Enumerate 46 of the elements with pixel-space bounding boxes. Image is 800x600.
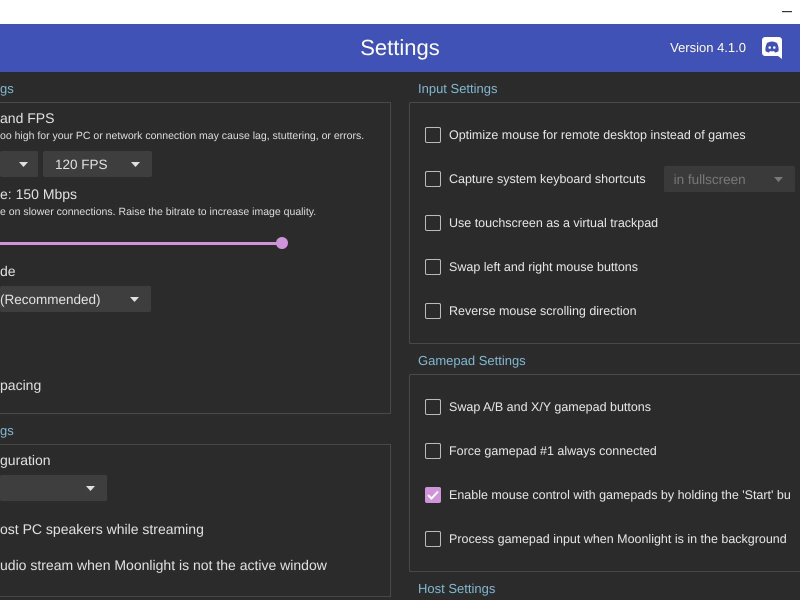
checkbox-label[interactable]: Reverse mouse scrolling direction bbox=[449, 304, 637, 318]
checkbox[interactable] bbox=[425, 487, 441, 503]
checkbox[interactable] bbox=[425, 171, 441, 187]
checkbox[interactable] bbox=[425, 399, 441, 415]
chat-logo-icon[interactable] bbox=[762, 37, 782, 59]
checkbox[interactable] bbox=[425, 303, 441, 319]
setting-label: and FPS bbox=[0, 109, 54, 127]
window-title: Settings bbox=[360, 35, 440, 61]
caret-icon bbox=[130, 296, 139, 302]
checkbox-label[interactable]: udio stream when Moonlight is not the active window bbox=[0, 557, 327, 573]
caret-icon bbox=[774, 176, 783, 182]
dropdown[interactable]: 120 FPS bbox=[43, 151, 152, 177]
checkbox[interactable] bbox=[425, 443, 441, 459]
minimize-icon[interactable] bbox=[782, 11, 792, 13]
checkbox-label[interactable]: Optimize mouse for remote desktop instead of games bbox=[449, 128, 746, 142]
checkbox-label[interactable]: Capture system keyboard shortcuts bbox=[449, 172, 646, 186]
slider-track[interactable] bbox=[0, 237, 288, 249]
section-title: Host Settings bbox=[418, 581, 496, 597]
section-title: gs bbox=[0, 423, 14, 439]
setting-label: de bbox=[0, 262, 16, 280]
checkbox[interactable] bbox=[425, 531, 441, 547]
checkbox[interactable] bbox=[425, 259, 441, 275]
setting-hint: e on slower connections. Raise the bitrate to increase image quality. bbox=[0, 205, 316, 219]
setting-hint: oo high for your PC or network connection may cause lag, stuttering, or errors. bbox=[0, 129, 364, 143]
checkbox-label[interactable]: pacing bbox=[0, 377, 42, 393]
checkbox-label[interactable]: Use touchscreen as a virtual trackpad bbox=[449, 216, 658, 230]
dropdown[interactable] bbox=[0, 151, 38, 177]
checkbox-label[interactable]: ost PC speakers while streaming bbox=[0, 521, 204, 537]
checkbox-label[interactable]: Swap left and right mouse buttons bbox=[449, 260, 638, 274]
caret-icon bbox=[86, 486, 95, 490]
checkbox-label[interactable]: Swap A/B and X/Y gamepad buttons bbox=[449, 400, 651, 414]
setting-label: e: 150 Mbps bbox=[0, 185, 78, 203]
caret-icon bbox=[131, 162, 140, 166]
checkbox-label[interactable]: Enable mouse control with gamepads by holding the 'Start' bu bbox=[449, 488, 791, 502]
slider-thumb[interactable] bbox=[276, 237, 288, 249]
checkbox[interactable] bbox=[425, 127, 441, 143]
section-title: Gamepad Settings bbox=[418, 353, 526, 369]
caret-icon bbox=[19, 162, 28, 166]
section-title: gs bbox=[0, 81, 14, 97]
dropdown[interactable]: (Recommended) bbox=[0, 286, 151, 312]
checkbox[interactable] bbox=[425, 215, 441, 231]
section-title: Input Settings bbox=[418, 81, 498, 97]
version-label: Version 4.1.0 bbox=[670, 40, 746, 55]
setting-label: guration bbox=[0, 451, 51, 469]
checkbox-label[interactable]: Process gamepad input when Moonlight is in the background bbox=[449, 532, 787, 546]
checkbox-label[interactable]: Force gamepad #1 always connected bbox=[449, 444, 657, 458]
